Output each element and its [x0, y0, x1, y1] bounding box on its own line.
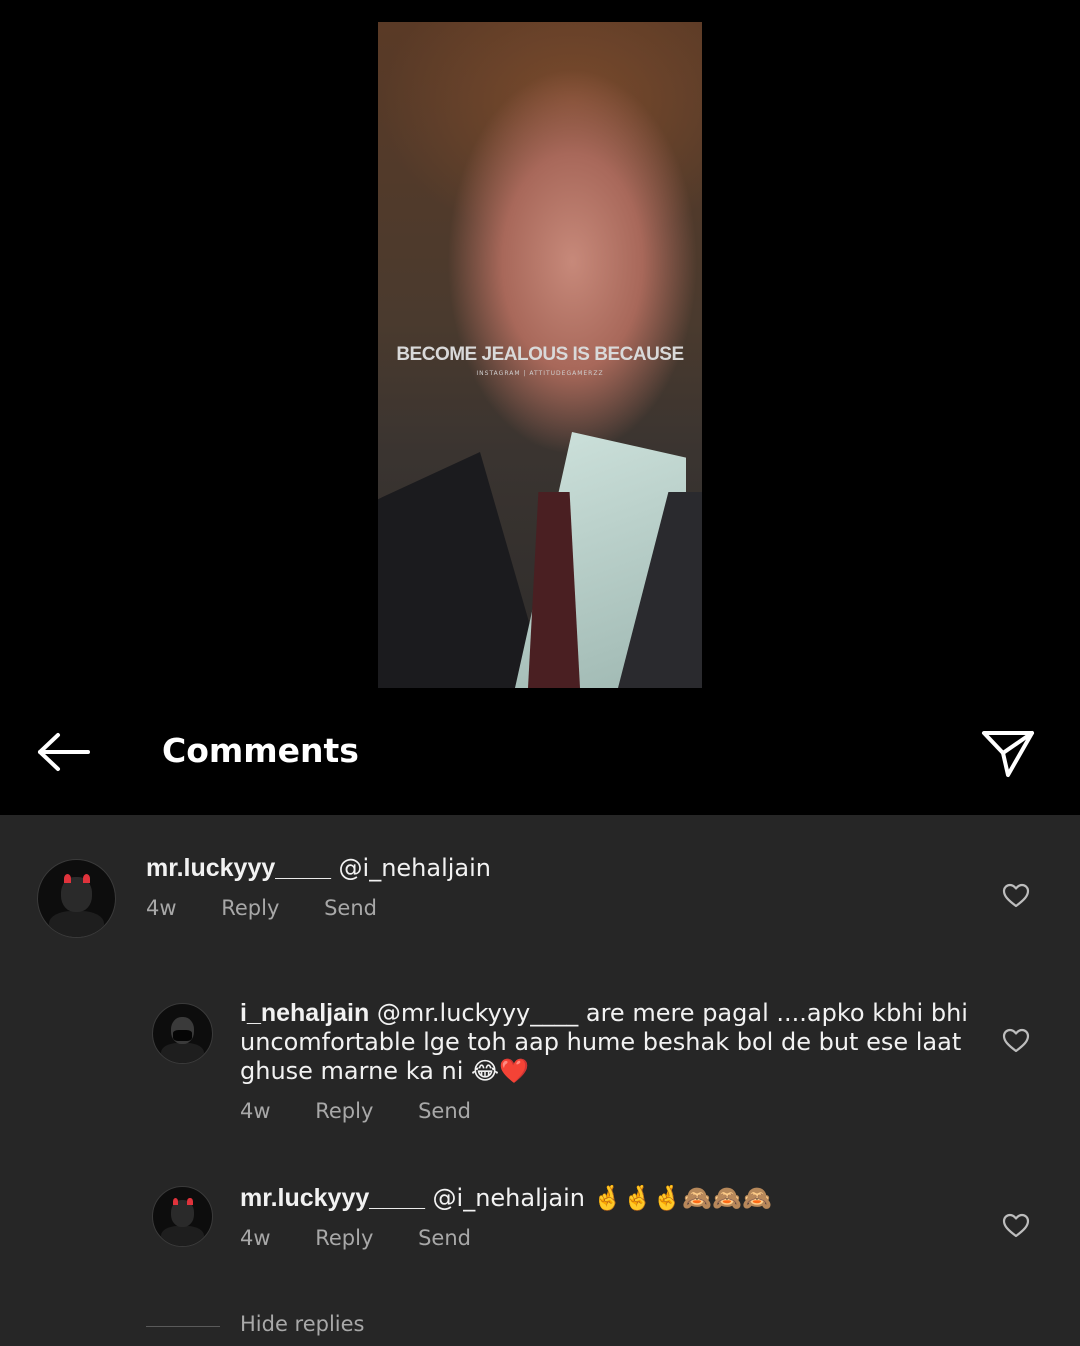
reply-button[interactable]: Reply — [315, 1099, 373, 1123]
comments-header: Comments — [0, 705, 1080, 800]
video-preview[interactable]: BECOME JEALOUS IS BECAUSE INSTAGRAM | AT… — [378, 22, 702, 688]
comment-username[interactable]: mr.luckyyy____ — [240, 1184, 425, 1212]
reply-button[interactable]: Reply — [221, 896, 279, 920]
comment-time: 4w — [146, 896, 177, 920]
reply-button[interactable]: Reply — [315, 1226, 373, 1250]
send-button[interactable]: Send — [324, 896, 377, 920]
arrow-left-icon — [38, 733, 90, 771]
comment-text: mr.luckyyy____ @i_nehaljain — [146, 854, 966, 883]
share-button[interactable] — [978, 723, 1038, 783]
hide-replies-label: Hide replies — [240, 1312, 365, 1336]
back-button[interactable] — [30, 727, 96, 777]
page-title: Comments — [162, 731, 359, 770]
comment-meta: 4w Reply Send — [146, 896, 415, 920]
reply-item: i_nehaljain @mr.luckyyy____ are mere pag… — [0, 995, 1080, 1135]
video-jacket — [378, 452, 548, 688]
hide-replies-button[interactable]: Hide replies — [146, 1312, 546, 1342]
paper-plane-icon — [982, 731, 1034, 777]
comment-username[interactable]: mr.luckyyy____ — [146, 854, 331, 882]
comment-text: mr.luckyyy____ @i_nehaljain 🤞🤞🤞🙈🙈🙈 — [240, 1184, 980, 1213]
media-area: BECOME JEALOUS IS BECAUSE INSTAGRAM | AT… — [0, 0, 1080, 815]
send-button[interactable]: Send — [418, 1226, 471, 1250]
reply-item: mr.luckyyy____ @i_nehaljain 🤞🤞🤞🙈🙈🙈 4w Re… — [0, 1178, 1080, 1268]
heart-icon[interactable] — [1002, 1027, 1030, 1055]
avatar[interactable] — [152, 1186, 213, 1247]
comment-item: mr.luckyyy____ @i_nehaljain 4w Reply Sen… — [0, 850, 1080, 960]
video-subcaption: INSTAGRAM | ATTITUDEGAMERZZ — [476, 370, 604, 377]
comment-body: @i_nehaljain 🤞🤞🤞🙈🙈🙈 — [424, 1184, 772, 1212]
heart-icon[interactable] — [1002, 882, 1030, 910]
avatar[interactable] — [37, 859, 116, 938]
video-caption: BECOME JEALOUS IS BECAUSE — [396, 344, 684, 365]
avatar[interactable] — [152, 1003, 213, 1064]
comment-body: @i_nehaljain — [330, 854, 492, 882]
heart-icon[interactable] — [1002, 1212, 1030, 1240]
comment-time: 4w — [240, 1226, 271, 1250]
comment-meta: 4w Reply Send — [240, 1099, 509, 1123]
send-button[interactable]: Send — [418, 1099, 471, 1123]
divider — [146, 1326, 220, 1327]
comment-time: 4w — [240, 1099, 271, 1123]
comment-text: i_nehaljain @mr.luckyyy____ are mere pag… — [240, 999, 980, 1086]
comment-username[interactable]: i_nehaljain — [240, 999, 369, 1027]
comment-meta: 4w Reply Send — [240, 1226, 509, 1250]
